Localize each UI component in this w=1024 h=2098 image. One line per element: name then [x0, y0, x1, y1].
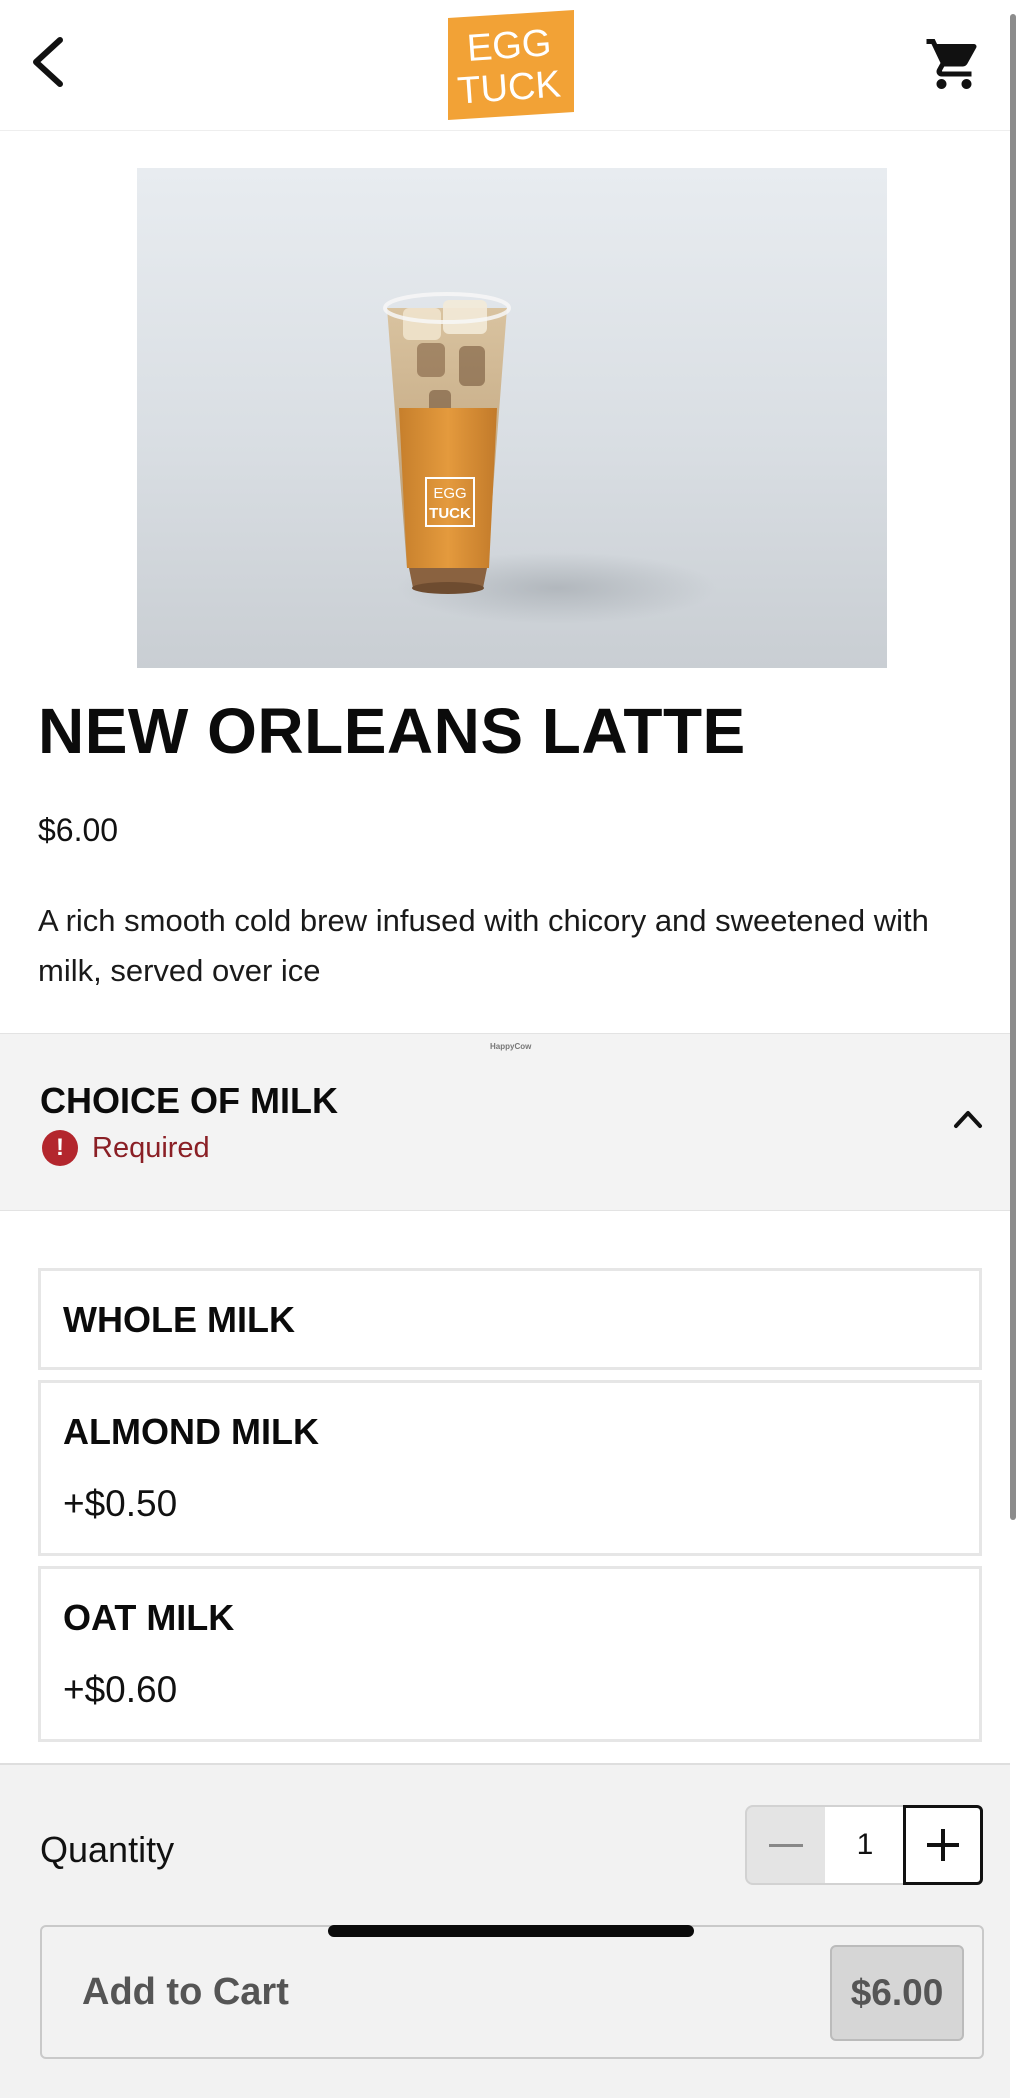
- chevron-left-icon: [33, 37, 63, 87]
- product-description: A rich smooth cold brew infused with chi…: [38, 903, 929, 988]
- watermark-text: HappyCow: [490, 1042, 532, 1051]
- svg-text:TUCK: TUCK: [429, 505, 471, 522]
- svg-text:TUCK: TUCK: [456, 63, 562, 112]
- svg-text:EGG: EGG: [466, 22, 553, 70]
- minus-icon: [769, 1843, 803, 1847]
- option-oat-milk[interactable]: OAT MILK +$0.60: [38, 1566, 982, 1742]
- top-nav-bar: EGG TUCK: [0, 0, 1010, 131]
- product-title: NEW ORLEANS LATTE: [38, 695, 746, 767]
- quantity-decrement-button[interactable]: [745, 1805, 827, 1885]
- product-price: $6.00: [38, 812, 119, 848]
- exclamation-icon: !: [42, 1130, 78, 1166]
- quantity-label: Quantity: [40, 1829, 175, 1870]
- product-image: EGG TUCK: [137, 168, 887, 668]
- option-name: ALMOND MILK: [63, 1411, 319, 1452]
- chevron-up-icon[interactable]: [950, 1100, 986, 1136]
- modifier-group-title: CHOICE OF MILK: [40, 1080, 338, 1121]
- scrollbar-thumb[interactable]: [1010, 14, 1016, 1520]
- required-label: Required: [92, 1131, 210, 1164]
- add-to-cart-button[interactable]: Add to Cart $6.00: [40, 1925, 984, 2059]
- option-whole-milk[interactable]: WHOLE MILK: [38, 1268, 982, 1370]
- option-price: +$0.50: [63, 1483, 178, 1524]
- add-to-cart-price: $6.00: [830, 1945, 964, 2041]
- quantity-value: 1: [825, 1805, 905, 1885]
- back-button[interactable]: [24, 34, 72, 90]
- shopping-cart-icon: [926, 39, 977, 89]
- add-to-cart-label: Add to Cart: [82, 1971, 289, 2013]
- svg-text:EGG: EGG: [433, 485, 466, 502]
- home-indicator: [328, 1925, 694, 1937]
- option-price: +$0.60: [63, 1669, 178, 1710]
- option-name: OAT MILK: [63, 1597, 235, 1638]
- cart-button[interactable]: [924, 34, 984, 94]
- option-almond-milk[interactable]: ALMOND MILK +$0.50: [38, 1380, 982, 1556]
- choice-of-milk-header[interactable]: HappyCow CHOICE OF MILK ! Required: [0, 1033, 1010, 1211]
- plus-icon: [927, 1829, 959, 1861]
- quantity-increment-button[interactable]: [903, 1805, 983, 1885]
- egg-tuck-logo[interactable]: EGG TUCK: [446, 8, 576, 120]
- option-name: WHOLE MILK: [63, 1299, 295, 1340]
- required-indicator: ! Required: [42, 1130, 210, 1166]
